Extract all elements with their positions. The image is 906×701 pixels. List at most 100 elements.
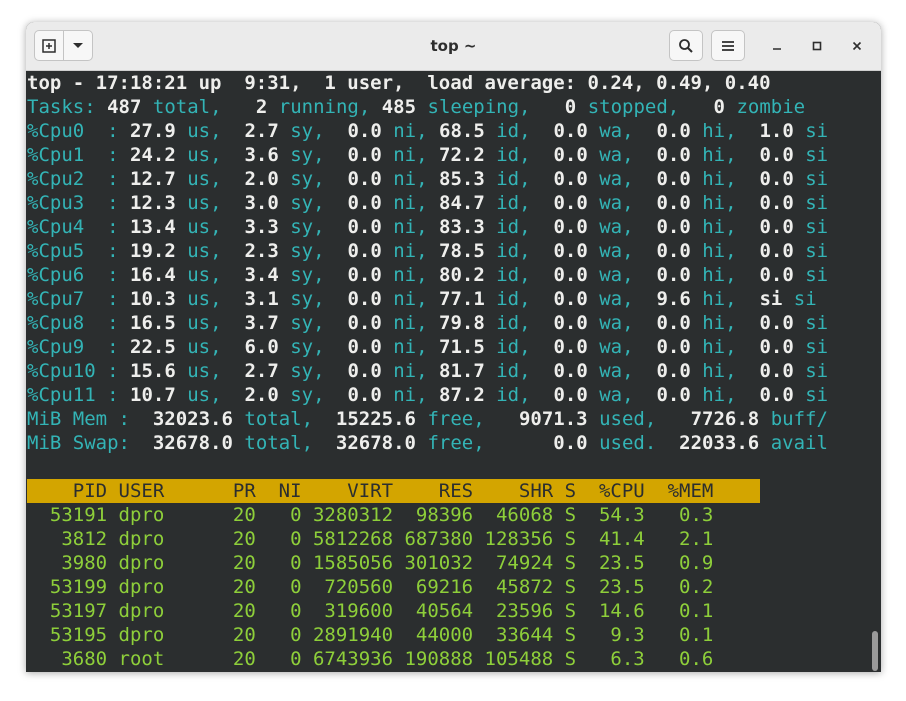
cpu-sy-label: sy,: [290, 264, 325, 286]
process-row[interactable]: 53191 dpro 20 0 3280312 98396 46068 S 54…: [27, 503, 713, 527]
process-row[interactable]: 3980 dpro 20 0 1585056 301032 74924 S 23…: [27, 551, 713, 575]
cpu-wa-value: 0.0: [553, 288, 588, 310]
cpu-us-label: us,: [187, 144, 222, 166]
cpu-us-value: 15.6: [130, 360, 176, 382]
cpu-line: %Cpu11 : 10.7 us, 2.0 sy, 0.0 ni, 87.2 i…: [27, 384, 829, 406]
cpu-ni-label: ni,: [393, 288, 428, 310]
cpu-id-value: 83.3: [439, 216, 485, 238]
cpu-ni-label: ni,: [393, 264, 428, 286]
cpu-id-label: id,: [496, 240, 531, 262]
cpu-ni-value: 0.0: [347, 312, 382, 334]
cpu-id-label: id,: [496, 168, 531, 190]
cpu-us-value: 16.5: [130, 312, 176, 334]
cpu-ni-value: 0.0: [347, 288, 382, 310]
swap-avail-label: avail: [770, 432, 828, 454]
cpu-hi-label: hi,: [702, 264, 737, 286]
cpu-ni-label: ni,: [393, 336, 428, 358]
cpu-si-value: 0.0: [759, 144, 794, 166]
cpu-id-value: 71.5: [439, 336, 485, 358]
cpu-id-label: id,: [496, 144, 531, 166]
cpu-sy-label: sy,: [290, 144, 325, 166]
cpu-sy-label: sy,: [290, 288, 325, 310]
cpu-ni-value: 0.0: [347, 384, 382, 406]
cpu-line: %Cpu2 : 12.7 us, 2.0 sy, 0.0 ni, 85.3 id…: [27, 168, 829, 190]
process-row[interactable]: 3680 root 20 0 6743936 190888 105488 S 6…: [27, 647, 713, 671]
tasks-zombie-label: zombie: [736, 96, 806, 118]
cpu-ni-label: ni,: [393, 216, 428, 238]
swap-line: MiB Swap: 32678.0 total, 32678.0 free, 0…: [27, 431, 828, 455]
cpu-si-value: 0.0: [759, 384, 794, 406]
cpu-wa-label: wa,: [599, 168, 634, 190]
scrollbar-thumb[interactable]: [872, 631, 878, 671]
cpu-line: %Cpu0 : 27.9 us, 2.7 sy, 0.0 ni, 68.5 id…: [27, 120, 829, 142]
cpu-hi-label: hi,: [702, 384, 737, 406]
cpu-wa-value: 0.0: [553, 384, 588, 406]
cpu-name: %Cpu10: [27, 360, 96, 382]
cpu-us-value: 10.3: [130, 288, 176, 310]
cpu-name: %Cpu3: [27, 192, 96, 214]
search-button[interactable]: [669, 30, 703, 61]
cpu-sy-label: sy,: [290, 240, 325, 262]
cpu-sy-value: 3.4: [244, 264, 279, 286]
cpu-wa-label: wa,: [599, 288, 634, 310]
cpu-sy-value: 6.0: [244, 336, 279, 358]
cpu-ni-value: 0.0: [347, 216, 382, 238]
cpu-us-value: 22.5: [130, 336, 176, 358]
cpu-us-label: us,: [187, 216, 222, 238]
cpu-wa-value: 0.0: [553, 120, 588, 142]
process-row[interactable]: 53195 dpro 20 0 2891940 44000 33644 S 9.…: [27, 623, 713, 647]
close-button[interactable]: [847, 36, 867, 56]
cpu-si-value: 0.0: [759, 312, 794, 334]
cpu-id-value: 85.3: [439, 168, 485, 190]
cpu-hi-value: 0.0: [656, 384, 691, 406]
menu-button[interactable]: [711, 30, 745, 61]
cpu-us-label: us,: [187, 360, 222, 382]
cpu-sy-label: sy,: [290, 192, 325, 214]
cpu-wa-value: 0.0: [553, 216, 588, 238]
swap-avail: 22033.6: [679, 432, 760, 454]
process-row[interactable]: 3812 dpro 20 0 5812268 687380 128356 S 4…: [27, 527, 713, 551]
cpu-si-value: 0.0: [759, 336, 794, 358]
cpu-hi-value: 0.0: [656, 240, 691, 262]
cpu-hi-label: hi,: [702, 312, 737, 334]
mem-buff-label: buff/: [770, 408, 828, 430]
process-row[interactable]: 53199 dpro 20 0 720560 69216 45872 S 23.…: [27, 575, 713, 599]
cpu-wa-label: wa,: [599, 360, 634, 382]
mem-total-label: total,: [244, 408, 314, 430]
cpu-sy-value: 3.7: [244, 312, 279, 334]
cpu-si-label: si: [805, 240, 829, 262]
cpu-wa-label: wa,: [599, 120, 634, 142]
close-icon: [852, 41, 862, 51]
cpu-us-value: 12.7: [130, 168, 176, 190]
cpu-us-label: us,: [187, 264, 222, 286]
cpu-id-value: 81.7: [439, 360, 485, 382]
cpu-name: %Cpu6: [27, 264, 96, 286]
cpu-line: %Cpu4 : 13.4 us, 3.3 sy, 0.0 ni, 83.3 id…: [27, 216, 829, 238]
cpu-line: %Cpu8 : 16.5 us, 3.7 sy, 0.0 ni, 79.8 id…: [27, 312, 829, 334]
cpu-sy-label: sy,: [290, 120, 325, 142]
mem-total: 32023.6: [152, 408, 233, 430]
process-row[interactable]: 53197 dpro 20 0 319600 40564 23596 S 14.…: [27, 599, 713, 623]
tasks-line: Tasks: 487 total, 2 running, 485 sleepin…: [27, 95, 805, 119]
cpu-hi-value: 0.0: [656, 144, 691, 166]
cpu-id-value: 77.1: [439, 288, 485, 310]
cpu-id-value: 79.8: [439, 312, 485, 334]
swap-free-label: free,: [427, 432, 485, 454]
cpu-sy-value: 3.1: [244, 288, 279, 310]
terminal-output[interactable]: top - 17:18:21 up 9:31, 1 user, load ave…: [26, 71, 881, 672]
maximize-button[interactable]: [807, 36, 827, 56]
cpu-hi-label: hi,: [702, 120, 737, 142]
cpu-hi-value: 0.0: [656, 264, 691, 286]
cpu-si-value: 0.0: [759, 240, 794, 262]
tasks-sleeping: 485: [381, 96, 417, 118]
cpu-hi-label: hi,: [702, 144, 737, 166]
cpu-line: %Cpu3 : 12.3 us, 3.0 sy, 0.0 ni, 84.7 id…: [27, 192, 829, 214]
cpu-ni-value: 0.0: [347, 144, 382, 166]
cpu-id-label: id,: [496, 288, 531, 310]
mem-used: 9071.3: [518, 408, 588, 430]
cpu-sy-value: 2.7: [244, 360, 279, 382]
cpu-ni-value: 0.0: [347, 120, 382, 142]
minimize-button[interactable]: [767, 36, 787, 56]
cpu-hi-value: 0.0: [656, 192, 691, 214]
swap-free: 32678.0: [335, 432, 416, 454]
